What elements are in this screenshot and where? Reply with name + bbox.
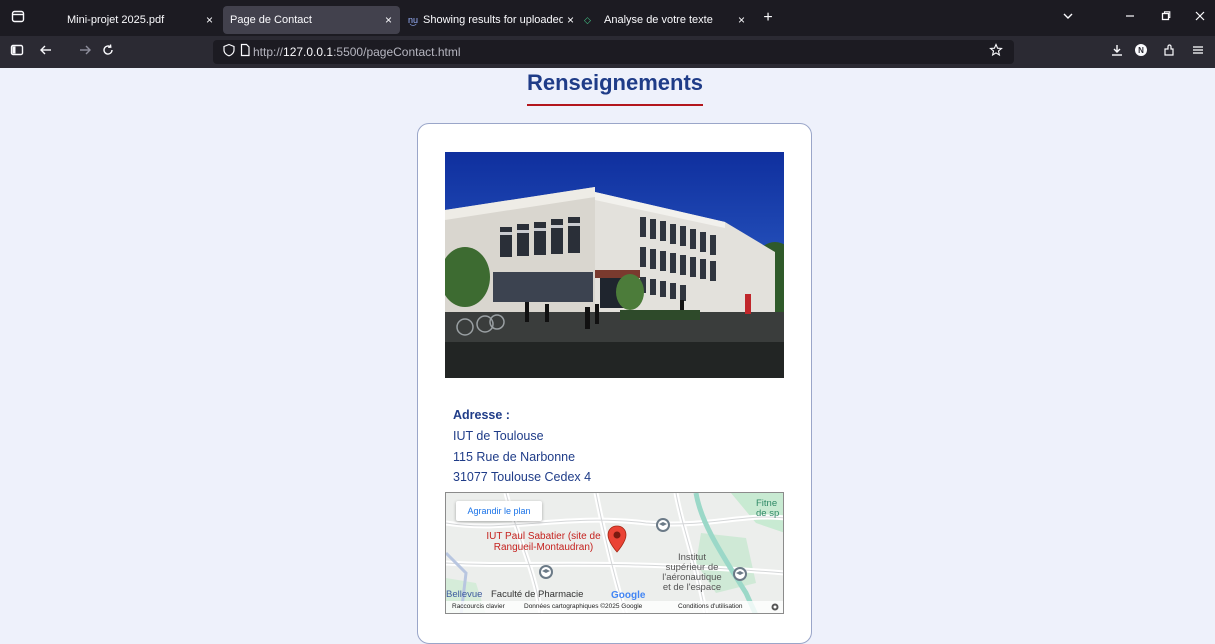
tab-close-icon[interactable]: × <box>206 6 213 34</box>
address-bar[interactable]: http://127.0.0.1:5500/pageContact.html <box>213 40 1014 64</box>
tab-overview-icon[interactable] <box>8 8 28 28</box>
url-text[interactable]: http://127.0.0.1:5500/pageContact.html <box>253 40 461 64</box>
keyboard-shortcuts-link[interactable]: Raccourcis clavier <box>452 601 505 613</box>
restore-icon[interactable] <box>1156 8 1176 28</box>
account-avatar-icon[interactable]: N <box>1131 42 1151 62</box>
school-poi-icon[interactable] <box>538 564 554 585</box>
tab-showing-results[interactable]: n͜u Showing results for uploaded fi × <box>402 6 578 34</box>
map-institute-label: Institut supérieur de l'aéronautique et … <box>652 553 732 593</box>
school-poi-icon[interactable] <box>655 517 671 538</box>
title-underline <box>527 104 703 106</box>
minimize-icon[interactable] <box>1120 8 1140 28</box>
building-photo <box>445 152 784 378</box>
new-tab-button[interactable]: + <box>758 8 778 28</box>
map-data-attribution: Données cartographiques ©2025 Google <box>524 603 643 610</box>
tab-close-icon[interactable]: × <box>567 6 574 34</box>
tab-mini-projet[interactable]: Mini-projet 2025.pdf × <box>56 6 221 34</box>
tab-title: Mini-projet 2025.pdf <box>67 14 165 26</box>
extensions-icon[interactable] <box>1159 42 1179 62</box>
tab-title: Page de Contact <box>230 14 312 26</box>
address-line-city: 31077 Toulouse Cedex 4 <box>453 470 592 484</box>
tab-title: Showing results for uploaded fi <box>423 14 563 26</box>
tab-title: Analyse de votre texte <box>604 14 713 26</box>
map-bellevue-label: Bellevue <box>446 589 483 600</box>
page-title: Renseignements <box>526 70 704 95</box>
report-issue-icon[interactable] <box>771 603 779 613</box>
embedded-map[interactable]: Agrandir le plan Fitne de sp IUT Paul Sa… <box>445 492 784 614</box>
site-favicon-icon: ◇ <box>584 15 591 25</box>
tab-close-icon[interactable]: × <box>385 6 392 34</box>
page-info-icon[interactable] <box>235 42 255 62</box>
site-favicon-icon: n͜u <box>408 15 419 25</box>
map-place-label: IUT Paul Sabatier (site de Rangueil-Mont… <box>476 531 611 553</box>
map-pharmacy-label: Faculté de Pharmacie <box>491 589 584 600</box>
terms-of-use-link[interactable]: Conditions d'utilisation <box>678 601 742 613</box>
map-footer: Raccourcis clavier Données cartographiqu… <box>446 601 783 613</box>
address-label: Adresse : <box>453 408 510 422</box>
url-host: 127.0.0.1 <box>283 45 334 59</box>
downloads-icon[interactable] <box>1107 42 1127 62</box>
svg-text:N: N <box>1138 46 1144 55</box>
school-poi-icon[interactable] <box>732 566 748 587</box>
navigation-bar: http://127.0.0.1:5500/pageContact.html N <box>0 36 1215 68</box>
map-institute-line-4: et de l'espace <box>662 582 722 593</box>
map-place-line-2: Rangueil-Montaudran) <box>493 542 594 553</box>
enlarge-map-button[interactable]: Agrandir le plan <box>456 501 542 521</box>
url-path: :5500/pageContact.html <box>333 45 461 59</box>
address-line-street: 115 Rue de Narbonne <box>453 450 576 464</box>
map-fitness-label: Fitne de sp <box>756 499 779 519</box>
app-menu-icon[interactable] <box>1188 42 1208 62</box>
tab-bar: Mini-projet 2025.pdf × Page de Contact ×… <box>0 0 1215 36</box>
tab-page-contact[interactable]: Page de Contact × <box>223 6 400 34</box>
tab-close-icon[interactable]: × <box>738 6 745 34</box>
map-place-line-1: IUT Paul Sabatier (site de <box>486 531 601 542</box>
address-line-institution: IUT de Toulouse <box>453 429 544 443</box>
list-all-tabs-icon[interactable] <box>1058 8 1078 28</box>
bookmark-star-icon[interactable] <box>986 42 1006 62</box>
reload-icon[interactable] <box>98 42 118 62</box>
back-arrow-icon[interactable] <box>36 42 56 62</box>
url-prefix: http:// <box>253 45 284 59</box>
close-window-icon[interactable] <box>1190 8 1210 28</box>
contact-card: Adresse : IUT de Toulouse 115 Rue de Nar… <box>417 123 812 644</box>
google-logo: Google <box>611 590 646 601</box>
map-fitness-line-2: de sp <box>756 508 780 519</box>
sidebar-icon[interactable] <box>7 42 27 62</box>
forward-arrow-icon[interactable] <box>75 42 95 62</box>
tab-analyse[interactable]: ◇ Analyse de votre texte × <box>578 6 753 34</box>
